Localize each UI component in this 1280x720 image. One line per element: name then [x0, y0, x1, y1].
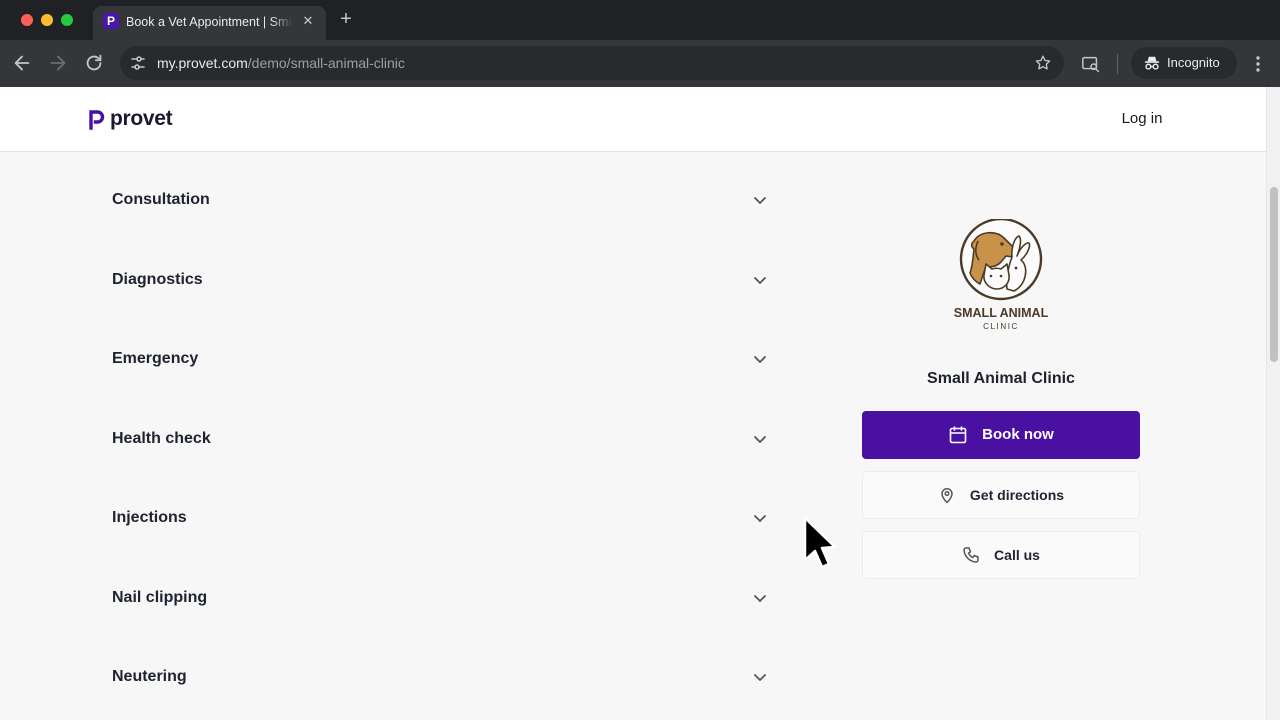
services-accordion: Consultation Diagnostics Emergency Healt… — [88, 160, 780, 717]
tab-search-icon[interactable] — [1081, 54, 1101, 74]
chevron-down-icon[interactable] — [752, 510, 768, 526]
service-item-injections[interactable]: Injections — [88, 478, 780, 558]
tab-title-fade — [271, 11, 293, 33]
chevron-down-icon[interactable] — [752, 192, 768, 208]
get-directions-label: Get directions — [969, 487, 1065, 503]
site-header: provet Log in — [0, 87, 1266, 152]
chevron-down-icon[interactable] — [752, 669, 768, 685]
browser-tab-bar: P Book a Vet Appointment | Small Animal … — [0, 0, 1280, 40]
clinic-logo: SMALL ANIMAL CLINIC — [954, 219, 1049, 331]
call-us-label: Call us — [994, 547, 1040, 563]
service-label: Neutering — [112, 668, 187, 685]
incognito-icon — [1143, 54, 1161, 72]
clinic-logo-line2: CLINIC — [983, 322, 1019, 331]
phone-icon — [963, 547, 979, 563]
service-label: Consultation — [112, 191, 210, 208]
mouse-pointer-icon — [803, 516, 837, 569]
log-in-link[interactable]: Log in — [1112, 109, 1172, 129]
service-label: Diagnostics — [112, 270, 203, 288]
tab-close-icon[interactable]: ✕ — [299, 12, 317, 30]
service-item-emergency[interactable]: Emergency — [88, 319, 780, 399]
clinic-name: Small Animal Clinic — [927, 370, 1075, 387]
browser-menu-icon[interactable] — [1250, 54, 1266, 74]
bookmark-star-icon[interactable] — [1034, 54, 1052, 72]
call-us-button[interactable]: Call us — [862, 531, 1140, 579]
url-text: my.provet.com/demo/small-animal-clinic — [157, 54, 405, 72]
window-minimize-button[interactable] — [41, 14, 53, 26]
address-bar[interactable]: my.provet.com/demo/small-animal-clinic — [120, 46, 1064, 80]
service-item-health-check[interactable]: Health check — [88, 399, 780, 479]
site-settings-icon[interactable] — [129, 54, 147, 72]
book-now-button[interactable]: Book now — [862, 411, 1140, 459]
service-item-neutering[interactable]: Neutering — [88, 637, 780, 717]
window-close-button[interactable] — [21, 14, 33, 26]
logo-text: provet — [110, 107, 173, 130]
chevron-down-icon[interactable] — [752, 590, 768, 606]
page-viewport: provet Log in Consultation Diagnostics E… — [0, 87, 1280, 720]
get-directions-button[interactable]: Get directions — [862, 471, 1140, 519]
chevron-down-icon[interactable] — [752, 351, 768, 367]
chevron-down-icon[interactable] — [752, 272, 768, 288]
service-label: Nail clipping — [112, 588, 208, 606]
provet-logo[interactable]: provet — [88, 107, 173, 131]
toolbar-divider — [1117, 54, 1118, 74]
browser-tab-active[interactable]: P Book a Vet Appointment | Small Animal … — [93, 6, 326, 40]
service-item-diagnostics[interactable]: Diagnostics — [88, 240, 780, 320]
scrollbar-thumb[interactable] — [1270, 187, 1278, 362]
url-host: my.provet.com — [157, 55, 248, 71]
incognito-indicator[interactable]: Incognito — [1131, 47, 1237, 79]
service-label: Emergency — [112, 350, 199, 367]
map-pin-icon — [941, 488, 953, 504]
provet-logo-mark-icon — [89, 110, 105, 130]
chevron-down-icon[interactable] — [752, 431, 768, 447]
calendar-icon — [949, 426, 967, 444]
book-now-label: Book now — [982, 426, 1054, 443]
browser-toolbar: my.provet.com/demo/small-animal-clinic I… — [0, 40, 1280, 87]
service-item-consultation[interactable]: Consultation — [88, 160, 780, 240]
clinic-logo-line1: SMALL ANIMAL — [954, 306, 1049, 320]
tab-title: Book a Vet Appointment | Small Animal Cl… — [126, 15, 291, 29]
back-arrow-icon[interactable] — [11, 52, 33, 74]
page-scrollbar[interactable] — [1266, 87, 1280, 720]
service-item-nail-clipping[interactable]: Nail clipping — [88, 558, 780, 638]
service-label: Injections — [112, 509, 187, 526]
url-path: /demo/small-animal-clinic — [247, 55, 405, 71]
window-maximize-button[interactable] — [61, 14, 73, 26]
new-tab-button[interactable]: + — [336, 9, 356, 29]
reload-icon[interactable] — [83, 52, 105, 74]
incognito-label: Incognito — [1167, 55, 1220, 70]
forward-arrow-icon[interactable] — [47, 52, 69, 74]
provet-favicon-icon: P — [103, 13, 119, 29]
service-label: Health check — [112, 429, 211, 447]
